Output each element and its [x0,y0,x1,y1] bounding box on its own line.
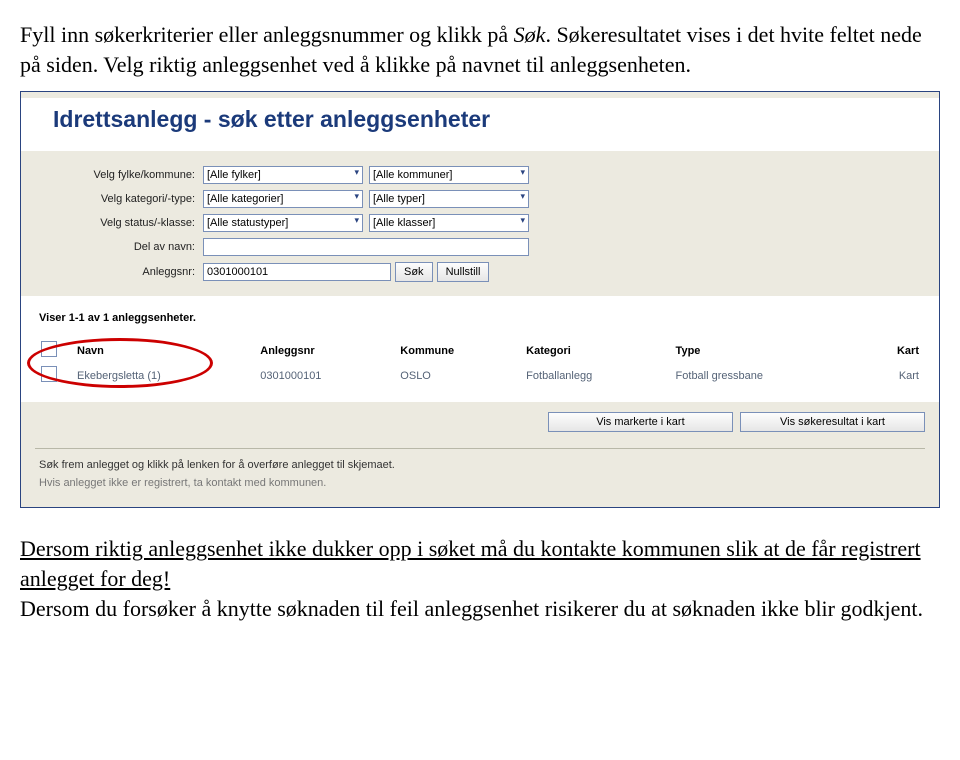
input-del-av-navn[interactable] [203,238,529,256]
table-header-row: Navn Anleggsnr Kommune Kategori Type Kar… [35,338,925,363]
label-del-av-navn: Del av navn: [35,241,203,253]
cell-anleggsnr: 0301000101 [254,363,394,388]
results-area: Viser 1-1 av 1 anleggsenheter. Navn Anle… [21,296,939,402]
label-kategori-type: Velg kategori/-type: [35,193,203,205]
divider [35,448,925,449]
row-kategori-type: Velg kategori/-type: [Alle kategorier] [… [35,190,925,208]
col-navn: Navn [71,338,254,363]
table-row: Ekebergsletta (1) 0301000101 OSLO Fotbal… [35,363,925,388]
select-klasse[interactable]: [Alle klasser] [369,214,529,232]
results-wrap: Viser 1-1 av 1 anleggsenheter. Navn Anle… [21,296,939,402]
label-anleggsnr: Anleggsnr: [35,266,203,278]
post-underline: Dersom riktig anleggsenhet ikke dukker o… [20,536,921,591]
col-kommune: Kommune [394,338,520,363]
col-kart: Kart [860,338,925,363]
cell-kommune: OSLO [394,363,520,388]
results-button-row: Vis markerte i kart Vis søkeresultat i k… [21,402,939,438]
select-type[interactable]: [Alle typer] [369,190,529,208]
select-kategori[interactable]: [Alle kategorier] [203,190,363,208]
select-status[interactable]: [Alle statustyper] [203,214,363,232]
label-fylke-kommune: Velg fylke/kommune: [35,169,203,181]
row-anleggsnr: Anleggsnr: Søk Nullstill [35,262,925,282]
intro-instructions: Fyll inn søkerkriterier eller anleggsnum… [20,20,940,79]
cell-type: Fotball gressbane [670,363,860,388]
reset-button[interactable]: Nullstill [437,262,490,282]
checkbox-all[interactable] [41,341,57,357]
intro-search-word: Søk [514,22,546,47]
label-status-klasse: Velg status/-klasse: [35,217,203,229]
col-type: Type [670,338,860,363]
checkbox-row[interactable] [41,366,57,382]
row-status-klasse: Velg status/-klasse: [Alle statustyper] … [35,214,925,232]
cell-navn[interactable]: Ekebergsletta (1) [71,363,254,388]
post-instructions: Dersom riktig anleggsenhet ikke dukker o… [20,534,940,623]
row-del-av-navn: Del av navn: [35,238,925,256]
cell-kategori: Fotballanlegg [520,363,669,388]
select-fylke[interactable]: [Alle fylker] [203,166,363,184]
notice-line-1: Søk frem anlegget og klikk på lenken for… [35,459,925,471]
notice-line-2: Hvis anlegget ikke er registrert, ta kon… [35,477,925,489]
show-result-in-map-button[interactable]: Vis søkeresultat i kart [740,412,925,432]
select-kommune[interactable]: [Alle kommuner] [369,166,529,184]
input-anleggsnr[interactable] [203,263,391,281]
col-anleggsnr: Anleggsnr [254,338,394,363]
row-fylke-kommune: Velg fylke/kommune: [Alle fylker] [Alle … [35,166,925,184]
col-checkbox [35,338,71,363]
intro-part1: Fyll inn søkerkriterier eller anleggsnum… [20,22,514,47]
notice-area: Søk frem anlegget og klikk på lenken for… [21,438,939,501]
search-form: Velg fylke/kommune: [Alle fylker] [Alle … [21,152,939,296]
search-button[interactable]: Søk [395,262,433,282]
app-frame: Idrettsanlegg - søk etter anleggsenheter… [20,91,940,508]
post-plain: Dersom du forsøker å knytte søknaden til… [20,596,923,621]
show-marked-in-map-button[interactable]: Vis markerte i kart [548,412,733,432]
app-title: Idrettsanlegg - søk etter anleggsenheter [21,98,939,152]
results-count: Viser 1-1 av 1 anleggsenheter. [35,312,925,324]
col-kategori: Kategori [520,338,669,363]
cell-kart-link[interactable]: Kart [860,363,925,388]
results-table: Navn Anleggsnr Kommune Kategori Type Kar… [35,338,925,388]
